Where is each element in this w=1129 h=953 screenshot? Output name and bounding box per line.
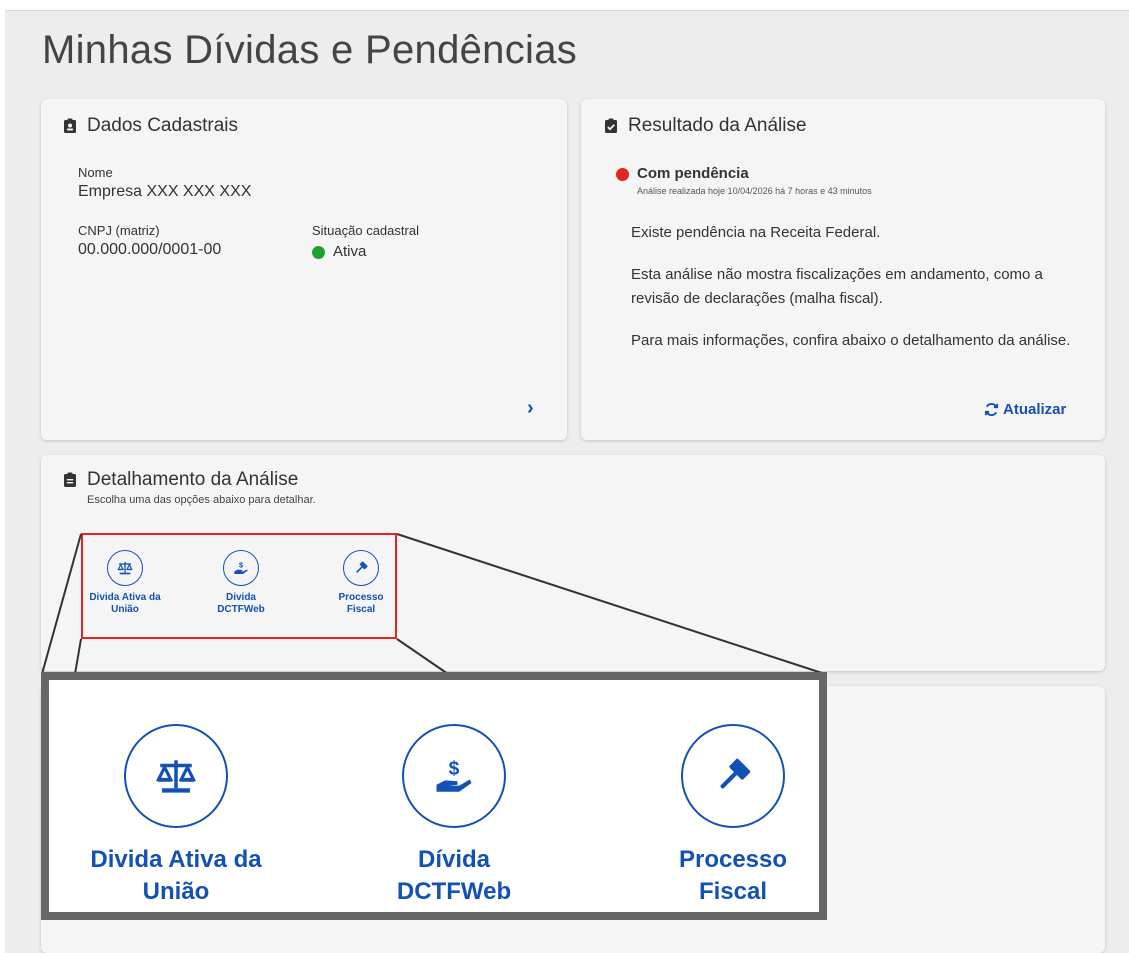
- zoom-option-processo-fiscal[interactable]: Processo Fiscal: [623, 724, 843, 908]
- status-dot-red: [616, 167, 629, 181]
- pendencia-status-text: Com pendência: [637, 165, 749, 182]
- detalhamento-subtitle: Escolha uma das opções abaixo para detal…: [87, 494, 316, 506]
- zoom-option-divida-dctfweb-label: Dívida DCTFWeb: [396, 846, 512, 905]
- chevron-right-icon[interactable]: ›: [527, 397, 534, 420]
- id-badge-icon: [64, 118, 76, 133]
- atualizar-label: Atualizar: [1003, 401, 1067, 418]
- resultado-analise-title: Resultado da Análise: [628, 115, 807, 136]
- zoom-option-divida-dctfweb[interactable]: $ Dívida DCTFWeb: [344, 724, 564, 908]
- zoom-option-divida-dctfweb-circle: $: [402, 724, 506, 828]
- atualizar-button[interactable]: Atualizar: [984, 401, 1066, 418]
- zoom-option-processo-fiscal-circle: [681, 724, 785, 828]
- detalhamento-analise-title: Detalhamento da Análise: [87, 469, 299, 490]
- refresh-icon: [984, 402, 999, 417]
- resultado-line-1: Existe pendência na Receita Federal.: [631, 224, 881, 241]
- zoom-option-divida-ativa[interactable]: Divida Ativa da União: [66, 724, 286, 908]
- zoom-callout-box: Divida Ativa da União $ Dívida DCTFWeb P…: [41, 672, 827, 920]
- scale-icon: [155, 760, 197, 793]
- highlight-rectangle: [81, 533, 397, 639]
- detalhamento-analise-header: Detalhamento da Análise: [63, 469, 298, 491]
- clipboard-check-icon: [605, 118, 617, 133]
- hand-money-icon: $: [436, 758, 472, 792]
- dados-cadastrais-title: Dados Cadastrais: [87, 115, 239, 136]
- page-title: Minhas Dívidas e Pendências: [42, 28, 578, 72]
- situacao-value: Ativa: [333, 243, 367, 260]
- situacao-status: Ativa: [312, 243, 366, 260]
- status-dot-green: [312, 245, 325, 259]
- situacao-label: Situação cadastral: [312, 223, 419, 238]
- gavel-icon: [720, 758, 751, 789]
- zoom-option-divida-ativa-label: Divida Ativa da União: [90, 846, 262, 905]
- cnpj-label: CNPJ (matriz): [78, 223, 160, 238]
- dados-cadastrais-header: Dados Cadastrais: [63, 115, 238, 137]
- nome-value: Empresa XXX XXX XXX: [78, 183, 252, 200]
- clipboard-list-icon: [64, 472, 76, 487]
- zoom-option-processo-fiscal-label: Processo Fiscal: [678, 846, 788, 905]
- analise-timestamp: Análise realizada hoje 10/04/2026 há 7 h…: [637, 186, 872, 196]
- resultado-analise-header: Resultado da Análise: [604, 115, 807, 137]
- svg-text:$: $: [449, 758, 460, 779]
- zoom-option-divida-ativa-circle: [124, 724, 228, 828]
- resultado-analise-card: Resultado da Análise Com pendência Análi…: [581, 99, 1105, 440]
- resultado-line-2: Esta análise não mostra fiscalizações em…: [631, 266, 1043, 307]
- pendencia-status: Com pendência: [616, 165, 749, 182]
- nome-label: Nome: [78, 165, 113, 180]
- dados-cadastrais-card: Dados Cadastrais Nome Empresa XXX XXX XX…: [41, 99, 567, 440]
- cnpj-value: 00.000.000/0001-00: [78, 241, 222, 258]
- resultado-line-3: Para mais informações, confira abaixo o …: [631, 332, 1071, 349]
